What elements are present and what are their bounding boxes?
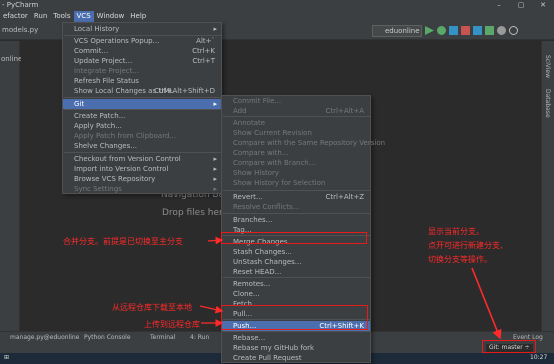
annotation-arrows	[199, 236, 502, 340]
arrow-merge	[207, 236, 224, 245]
arrow-pull	[199, 305, 224, 314]
arrow-branch	[471, 267, 502, 340]
